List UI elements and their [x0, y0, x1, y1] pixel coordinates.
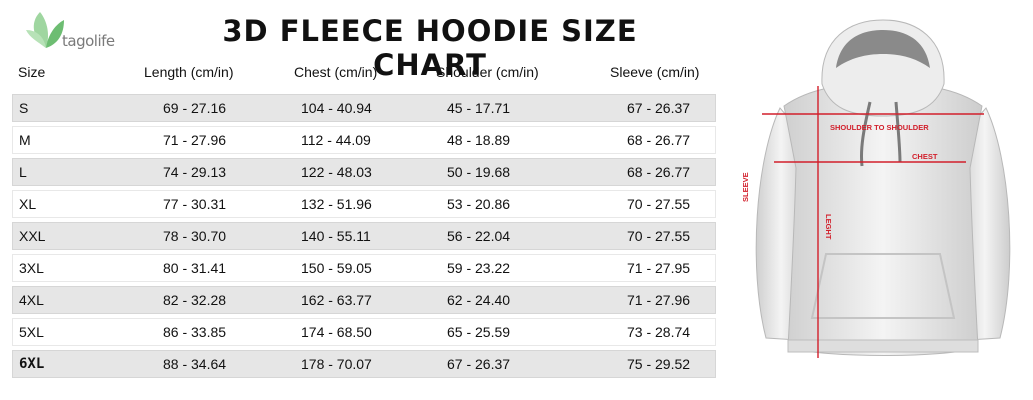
- cell-size: M: [19, 132, 31, 148]
- table-row: 3XL 80 - 31.41 150 - 59.05 59 - 23.22 71 - 2…: [12, 254, 716, 282]
- cell-shoulder: 53 - 20.86: [447, 196, 511, 212]
- cell-chest: 150 - 59.05: [301, 260, 372, 276]
- table-row: 4XL 82 - 32.28 162 - 63.77 62 - 24.40 71 - 2…: [12, 286, 716, 314]
- cell-chest: 162 - 63.77: [301, 292, 372, 308]
- leaf-logo-icon: [26, 12, 64, 48]
- cell-chest: 174 - 68.50: [301, 324, 372, 340]
- cell-sleeve: 70 - 27.55: [627, 196, 691, 212]
- cell-sleeve: 71 - 27.95: [627, 260, 691, 276]
- table-row: XL 77 - 30.31 132 - 51.96 53 - 20.86 70 - 27…: [12, 190, 716, 218]
- cell-size: XL: [19, 196, 37, 212]
- header-chest: Chest (cm/in): [294, 64, 378, 80]
- cell-size: XXL: [19, 228, 46, 244]
- cell-length: 77 - 30.31: [163, 196, 227, 212]
- hoodie-icon: [755, 19, 1011, 356]
- cell-length: 78 - 30.70: [163, 228, 227, 244]
- table-row: 6XL 88 - 34.64 178 - 70.07 67 - 26.37 75 - 2…: [12, 350, 716, 378]
- cell-length: 82 - 32.28: [163, 292, 227, 308]
- cell-length: 86 - 33.85: [163, 324, 227, 340]
- cell-sleeve: 67 - 26.37: [627, 100, 691, 116]
- size-table: Size Length (cm/in) Chest (cm/in) Should…: [12, 64, 716, 378]
- cell-shoulder: 65 - 25.59: [447, 324, 511, 340]
- cell-size: S: [19, 100, 29, 116]
- chest-label: CHEST: [912, 152, 938, 161]
- cell-shoulder: 50 - 19.68: [447, 164, 511, 180]
- cell-size: 4XL: [19, 292, 44, 308]
- cell-chest: 112 - 44.09: [301, 132, 371, 148]
- sleeve-label: SLEEVE: [741, 172, 750, 202]
- cell-size: 6XL: [19, 356, 45, 372]
- cell-chest: 178 - 70.07: [301, 356, 372, 372]
- table-row: XXL 78 - 30.70 140 - 55.11 56 - 22.04 70 - 2…: [12, 222, 716, 250]
- table-row: L 74 - 29.13 122 - 48.03 50 - 19.68 68 - 26.…: [12, 158, 716, 186]
- brand-logo: tagolife: [26, 8, 116, 56]
- cell-shoulder: 67 - 26.37: [447, 356, 511, 372]
- cell-shoulder: 62 - 24.40: [447, 292, 511, 308]
- cell-chest: 122 - 48.03: [301, 164, 372, 180]
- cell-length: 74 - 29.13: [163, 164, 227, 180]
- cell-shoulder: 59 - 23.22: [447, 260, 511, 276]
- cell-length: 88 - 34.64: [163, 356, 227, 372]
- table-row: M 71 - 27.96 112 - 44.09 48 - 18.89 68 - 26.…: [12, 126, 716, 154]
- cell-sleeve: 71 - 27.96: [627, 292, 691, 308]
- cell-chest: 104 - 40.94: [301, 100, 372, 116]
- hoodie-measurement-diagram: SHOULDER TO SHOULDER CHEST LEGHT SLEEVE: [741, 19, 1011, 358]
- shoulder-label: SHOULDER TO SHOULDER: [830, 123, 929, 132]
- cell-size: 3XL: [19, 260, 44, 276]
- length-label: LEGHT: [824, 214, 833, 240]
- table-row: S 69 - 27.16 104 - 40.94 45 - 17.71 67 - 26.…: [12, 94, 716, 122]
- cell-sleeve: 73 - 28.74: [627, 324, 691, 340]
- cell-length: 69 - 27.16: [163, 100, 227, 116]
- header-shoulder: Shoulder (cm/in): [436, 64, 539, 80]
- cell-chest: 140 - 55.11: [301, 228, 371, 244]
- header-size: Size: [18, 64, 46, 80]
- cell-sleeve: 75 - 29.52: [627, 356, 691, 372]
- cell-length: 80 - 31.41: [163, 260, 227, 276]
- cell-shoulder: 45 - 17.71: [447, 100, 511, 116]
- cell-length: 71 - 27.96: [163, 132, 227, 148]
- header-length: Length (cm/in): [144, 64, 234, 80]
- cell-sleeve: 70 - 27.55: [627, 228, 691, 244]
- cell-chest: 132 - 51.96: [301, 196, 372, 212]
- cell-sleeve: 68 - 26.77: [627, 164, 691, 180]
- brand-name: tagolife: [62, 32, 115, 50]
- header-sleeve: Sleeve (cm/in): [610, 64, 700, 80]
- cell-size: 5XL: [19, 324, 44, 340]
- cell-sleeve: 68 - 26.77: [627, 132, 691, 148]
- table-header: Size Length (cm/in) Chest (cm/in) Should…: [12, 64, 716, 90]
- cell-shoulder: 56 - 22.04: [447, 228, 511, 244]
- cell-size: L: [19, 164, 27, 180]
- table-row: 5XL 86 - 33.85 174 - 68.50 65 - 25.59 73 - 2…: [12, 318, 716, 346]
- cell-shoulder: 48 - 18.89: [447, 132, 511, 148]
